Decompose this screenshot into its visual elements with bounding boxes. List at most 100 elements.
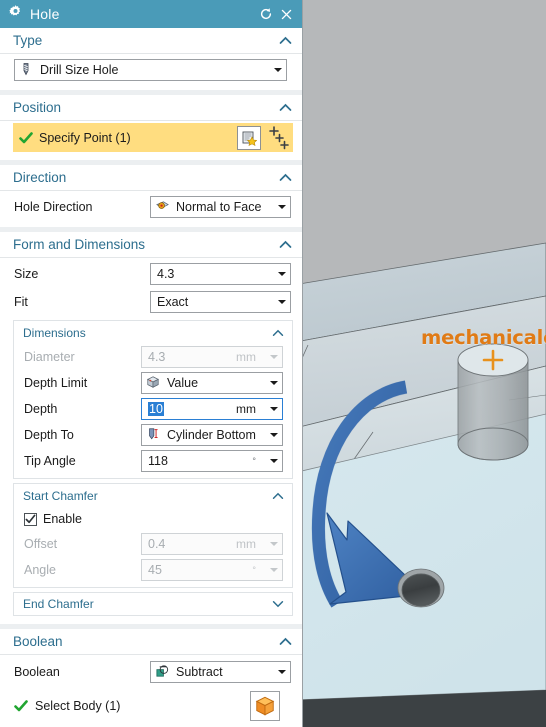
angle-row: Angle 45 ° bbox=[14, 557, 292, 583]
depth-input[interactable]: 10 mm bbox=[141, 398, 283, 420]
section-position: Position Specify Point (1) bbox=[0, 95, 302, 160]
close-icon[interactable] bbox=[276, 4, 296, 24]
type-row: Drill Size Hole bbox=[0, 54, 302, 84]
section-header-form-and-dimensions[interactable]: Form and Dimensions bbox=[0, 232, 302, 258]
chevron-down-icon bbox=[266, 560, 282, 580]
specify-point-label: Specify Point (1) bbox=[39, 130, 131, 145]
depth-limit-row: Depth Limit Value bbox=[14, 370, 292, 396]
offset-unit: mm bbox=[236, 537, 256, 551]
subsection-title-start-chamfer: Start Chamfer bbox=[23, 488, 98, 503]
chevron-down-icon[interactable] bbox=[266, 373, 282, 393]
size-label: Size bbox=[14, 267, 39, 281]
diameter-value: 4.3 bbox=[148, 350, 166, 364]
section-title-boolean: Boolean bbox=[13, 634, 63, 649]
chevron-down-icon[interactable] bbox=[270, 60, 286, 80]
green-check-icon bbox=[19, 131, 33, 145]
value-cube-icon bbox=[146, 375, 162, 391]
chevron-down-icon[interactable] bbox=[266, 451, 282, 471]
type-combo[interactable]: Drill Size Hole bbox=[14, 59, 287, 81]
chevron-down-icon[interactable] bbox=[274, 292, 290, 312]
enable-label: Enable bbox=[43, 512, 82, 526]
select-body-row[interactable]: Select Body (1) bbox=[0, 686, 302, 724]
diameter-unit: mm bbox=[236, 350, 256, 364]
subtract-icon bbox=[155, 664, 171, 680]
angle-unit: ° bbox=[252, 565, 256, 575]
3d-viewport[interactable]: mechanicalengblog.com bbox=[303, 0, 546, 727]
chevron-up-icon[interactable] bbox=[272, 492, 284, 500]
tip-angle-input[interactable]: 118 ° bbox=[141, 450, 283, 472]
depth-unit: mm bbox=[236, 402, 256, 416]
depth-row: Depth 10 mm bbox=[14, 396, 292, 422]
select-body-label: Select Body (1) bbox=[35, 699, 121, 713]
drilled-hole bbox=[397, 568, 445, 608]
subsection-dimensions: Dimensions Diameter 4.3 mm Depth Limit V… bbox=[13, 320, 293, 479]
hole-direction-combo[interactable]: Normal to Face bbox=[150, 196, 291, 218]
chevron-down-icon[interactable] bbox=[274, 197, 290, 217]
subsection-header-start-chamfer[interactable]: Start Chamfer bbox=[14, 484, 292, 507]
dialog-titlebar: Hole bbox=[0, 0, 302, 28]
depth-to-value: Cylinder Bottom bbox=[167, 428, 256, 442]
offset-row: Offset 0.4 mm bbox=[14, 531, 292, 557]
subsection-header-dimensions[interactable]: Dimensions bbox=[14, 321, 292, 344]
dialog-scroll-area[interactable]: Type Drill Size Hole Position Specify Po… bbox=[0, 28, 302, 727]
3d-model-scene bbox=[303, 0, 546, 727]
gear-icon bbox=[8, 4, 23, 24]
depth-limit-combo[interactable]: Value bbox=[141, 372, 283, 394]
subsection-start-chamfer: Start Chamfer Enable Offset 0.4 mm Angle… bbox=[13, 483, 293, 588]
section-header-direction[interactable]: Direction bbox=[0, 165, 302, 191]
offset-label: Offset bbox=[24, 537, 58, 551]
sketch-point-icon[interactable] bbox=[237, 125, 261, 150]
size-value: 4.3 bbox=[157, 267, 175, 281]
reset-arrow-icon[interactable] bbox=[256, 4, 276, 24]
chevron-up-icon[interactable] bbox=[279, 103, 292, 112]
depth-to-label: Depth To bbox=[24, 428, 74, 442]
size-combo[interactable]: 4.3 bbox=[150, 263, 291, 285]
section-title-direction: Direction bbox=[13, 170, 67, 185]
hole-dialog-panel: Hole Type Drill Size Hole Position Speci… bbox=[0, 0, 303, 727]
enable-chamfer-row[interactable]: Enable bbox=[14, 507, 292, 531]
point-dialog-icon[interactable] bbox=[265, 124, 291, 151]
chevron-up-icon[interactable] bbox=[279, 173, 292, 182]
chevron-down-icon[interactable] bbox=[274, 264, 290, 284]
chevron-up-icon[interactable] bbox=[279, 36, 292, 45]
boolean-combo[interactable]: Subtract bbox=[150, 661, 291, 683]
section-title-position: Position bbox=[13, 100, 62, 115]
fit-value: Exact bbox=[157, 295, 189, 309]
depth-value: 10 bbox=[148, 402, 164, 416]
depth-limit-label: Depth Limit bbox=[24, 376, 88, 390]
type-value: Drill Size Hole bbox=[40, 63, 119, 77]
app-root: mechanicalengblog.com Hole bbox=[0, 0, 546, 727]
subsection-end-chamfer[interactable]: End Chamfer bbox=[13, 592, 293, 616]
section-title-form-and-dimensions: Form and Dimensions bbox=[13, 237, 146, 252]
depth-to-row: Depth To Cylinder Bottom bbox=[14, 422, 292, 448]
chevron-down-icon[interactable] bbox=[266, 399, 282, 419]
chevron-up-icon[interactable] bbox=[279, 240, 292, 249]
section-header-position[interactable]: Position bbox=[0, 95, 302, 121]
offset-value: 0.4 bbox=[148, 537, 166, 551]
depth-limit-value: Value bbox=[167, 376, 199, 390]
orange-cube-icon[interactable] bbox=[250, 691, 280, 721]
chevron-down-icon[interactable] bbox=[272, 600, 284, 608]
tip-angle-label: Tip Angle bbox=[24, 454, 76, 468]
chevron-down-icon[interactable] bbox=[266, 425, 282, 445]
chevron-up-icon[interactable] bbox=[272, 329, 284, 337]
chevron-down-icon bbox=[266, 347, 282, 367]
tip-angle-value: 118 bbox=[148, 454, 168, 468]
depth-to-combo[interactable]: Cylinder Bottom bbox=[141, 424, 283, 446]
enable-checkbox[interactable] bbox=[24, 512, 37, 526]
section-direction: Direction Hole Direction Normal to Face bbox=[0, 165, 302, 227]
fit-combo[interactable]: Exact bbox=[150, 291, 291, 313]
section-form-and-dimensions: Form and Dimensions Size 4.3 Fit Exact D… bbox=[0, 232, 302, 624]
chevron-down-icon[interactable] bbox=[274, 662, 290, 682]
angle-value: 45 bbox=[148, 563, 162, 577]
depth-value-wrap: 10 bbox=[146, 402, 164, 416]
section-header-type[interactable]: Type bbox=[0, 28, 302, 54]
diameter-row: Diameter 4.3 mm bbox=[14, 344, 292, 370]
offset-input: 0.4 mm bbox=[141, 533, 283, 555]
specify-point-row[interactable]: Specify Point (1) bbox=[13, 123, 293, 152]
section-header-boolean[interactable]: Boolean bbox=[0, 629, 302, 655]
drill-bit-icon bbox=[19, 62, 35, 78]
angle-label: Angle bbox=[24, 563, 56, 577]
chevron-up-icon[interactable] bbox=[279, 637, 292, 646]
depth-label: Depth bbox=[24, 402, 58, 416]
